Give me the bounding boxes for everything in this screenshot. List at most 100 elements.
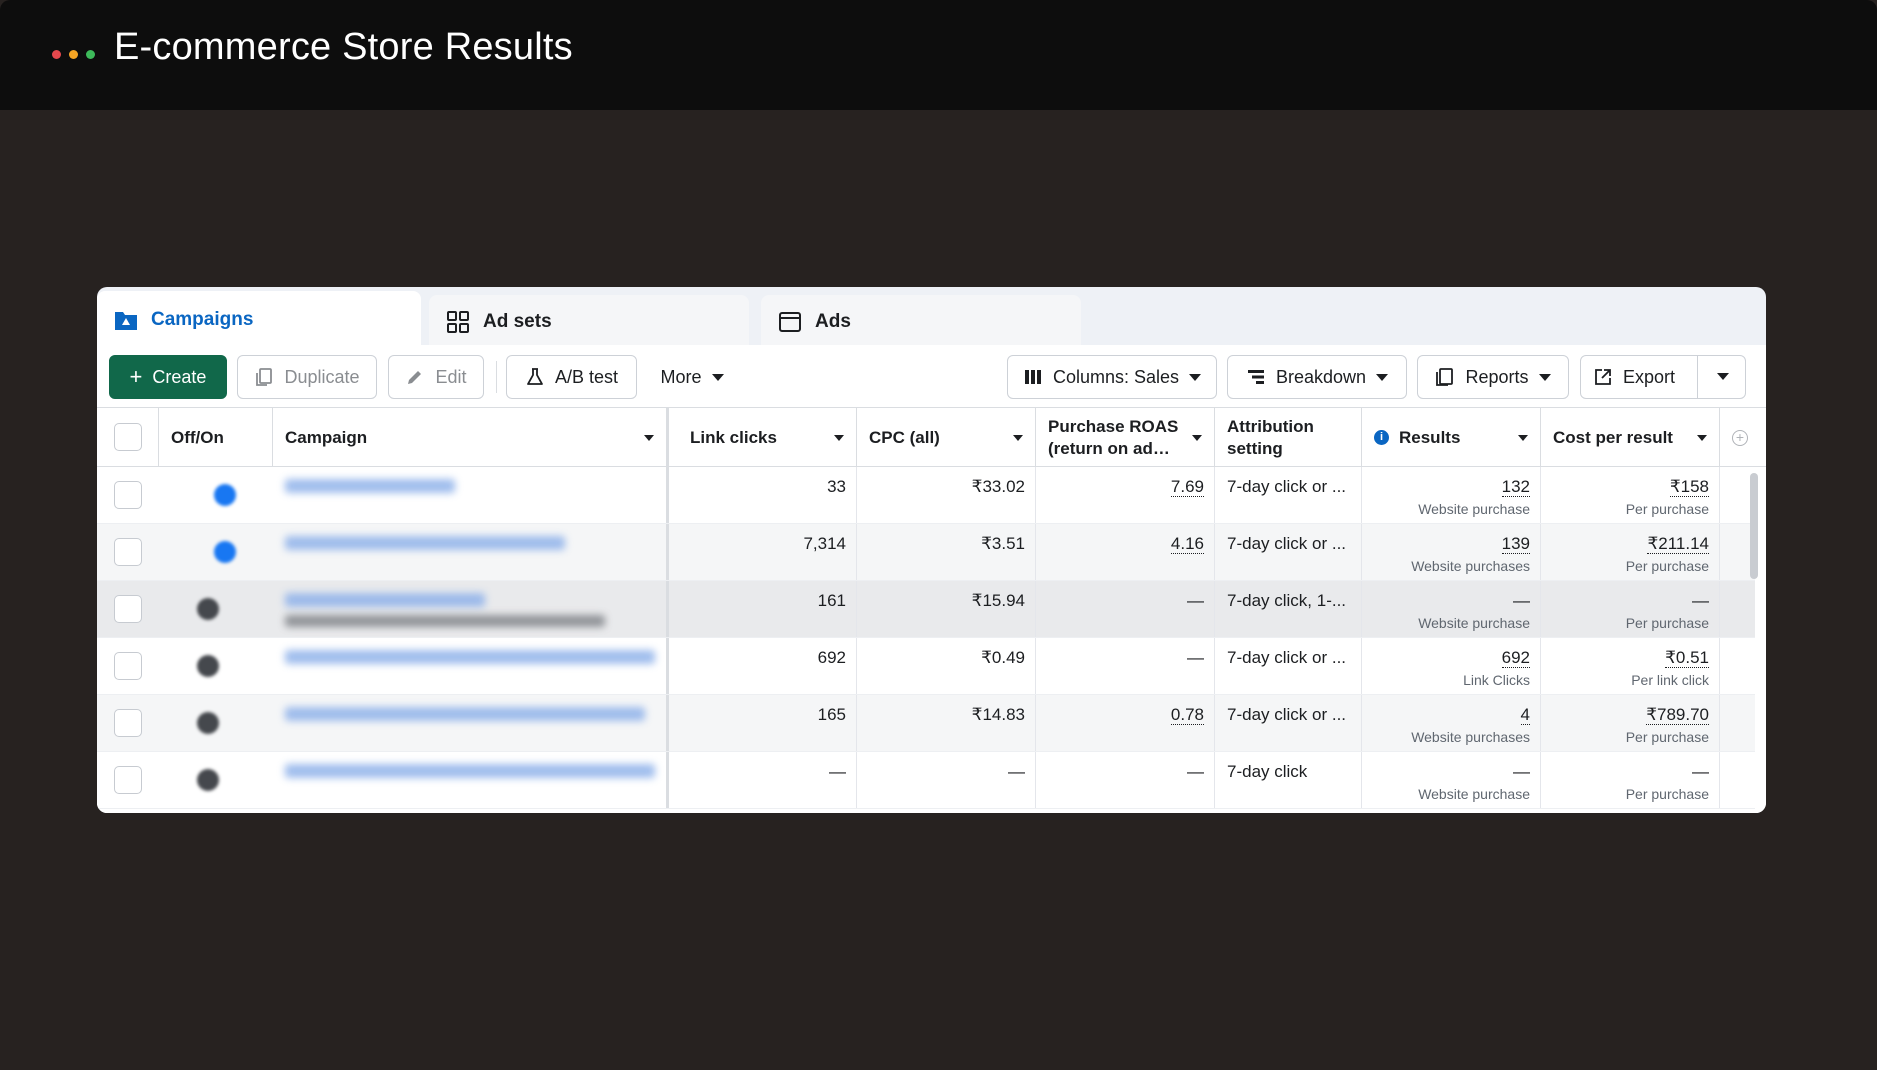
columns-button[interactable]: Columns: Sales	[1007, 355, 1217, 399]
create-button[interactable]: + Create	[109, 355, 227, 399]
row-checkbox[interactable]	[114, 595, 142, 623]
row-checkbox[interactable]	[114, 652, 142, 680]
table-row[interactable]: 161 ₹15.94 — 7-day click, 1-... — Website pur…	[97, 581, 1755, 638]
roas-value[interactable]: 0.78	[1170, 705, 1204, 725]
campaigns-table: Off/On Campaign Link clicks CPC (all) Pu…	[97, 407, 1766, 813]
more-label: More	[660, 366, 702, 387]
cell-results: 139 Website purchases	[1362, 524, 1541, 580]
roas-value[interactable]: 4.16	[1170, 534, 1204, 554]
row-checkbox[interactable]	[114, 766, 142, 794]
campaign-name-link[interactable]	[273, 524, 669, 580]
toggle-off-switch[interactable]	[197, 769, 219, 791]
row-checkbox[interactable]	[114, 538, 142, 566]
tab-ad-sets[interactable]: Ad sets	[429, 295, 749, 349]
cpc-value: ₹3.51	[981, 534, 1025, 553]
link-clicks-value: 692	[817, 648, 846, 667]
results-value[interactable]: 692	[1501, 648, 1530, 668]
row-checkbox[interactable]	[114, 709, 142, 737]
cell-cpc: ₹3.51	[857, 524, 1036, 580]
roas-value[interactable]: —	[1187, 648, 1204, 667]
attribution-value: 7-day click	[1227, 762, 1308, 781]
reports-icon	[1436, 368, 1454, 386]
header-results[interactable]: i Results	[1362, 408, 1541, 467]
toggle-on-switch[interactable]	[214, 484, 236, 506]
add-column-icon[interactable]: +	[1732, 430, 1748, 446]
cpc-value: ₹0.49	[981, 648, 1025, 667]
campaign-name-link[interactable]	[273, 695, 669, 751]
cpc-value: —	[1008, 762, 1025, 781]
toggle-off-switch[interactable]	[197, 655, 219, 677]
results-value[interactable]: 132	[1501, 477, 1530, 497]
vertical-scrollbar[interactable]	[1750, 473, 1758, 579]
tab-campaigns[interactable]: Campaigns	[97, 291, 421, 349]
toggle-off-switch[interactable]	[197, 712, 219, 734]
tab-ads[interactable]: Ads	[761, 295, 1081, 349]
results-value[interactable]: 4	[1520, 705, 1530, 725]
header-cpc[interactable]: CPC (all)	[857, 408, 1036, 467]
close-window-dot[interactable]	[52, 50, 61, 59]
reports-button[interactable]: Reports	[1417, 355, 1569, 399]
edit-button[interactable]: Edit	[388, 355, 484, 399]
sort-caret-icon	[1697, 435, 1707, 441]
roas-value[interactable]: —	[1187, 591, 1204, 610]
cost-value[interactable]: ₹0.51	[1665, 648, 1709, 668]
roas-value[interactable]: 7.69	[1170, 477, 1204, 497]
export-options-chevron-icon[interactable]	[1717, 373, 1729, 380]
table-row[interactable]: 165 ₹14.83 0.78 7-day click or ... 4 Website …	[97, 695, 1755, 752]
header-campaign[interactable]: Campaign	[273, 408, 669, 467]
cost-value[interactable]: ₹789.70	[1646, 705, 1709, 725]
toggle-off-switch[interactable]	[197, 598, 219, 620]
table-row[interactable]: — — — 7-day click — Website purchase — Per purc…	[97, 752, 1755, 809]
campaign-name-link[interactable]	[273, 752, 669, 808]
more-button[interactable]: More	[647, 355, 737, 399]
cost-value[interactable]: ₹211.14	[1647, 534, 1709, 554]
results-value[interactable]: —	[1513, 591, 1530, 610]
table-row[interactable]: 33 ₹33.02 7.69 7-day click or ... 132 Website…	[97, 467, 1755, 524]
breakdown-button[interactable]: Breakdown	[1227, 355, 1407, 399]
header-attribution-setting[interactable]: Attribution setting	[1215, 408, 1362, 467]
header-purchase-roas[interactable]: Purchase ROAS (return on ad…	[1036, 408, 1215, 467]
cost-value[interactable]: ₹158	[1669, 477, 1709, 497]
columns-label: Columns: Sales	[1052, 366, 1180, 387]
cost-value[interactable]: —	[1692, 762, 1709, 781]
cell-results: — Website purchase	[1362, 752, 1541, 808]
cost-sublabel: Per purchase	[1625, 786, 1709, 802]
tab-ads-label: Ads	[815, 311, 851, 332]
header-link-clicks[interactable]: Link clicks	[678, 408, 857, 467]
campaign-name-link[interactable]	[273, 638, 669, 694]
cell-link-clicks: 33	[678, 467, 857, 523]
window-controls	[52, 50, 95, 59]
cell-roas: 4.16	[1036, 524, 1215, 580]
cell-cpc: ₹15.94	[857, 581, 1036, 637]
cell-attribution: 7-day click	[1215, 752, 1362, 808]
ab-test-label: A/B test	[554, 366, 619, 387]
campaign-name-link[interactable]	[273, 467, 669, 523]
info-icon[interactable]: i	[1374, 430, 1389, 445]
toggle-on-switch[interactable]	[214, 541, 236, 563]
redacted-campaign-name	[285, 536, 565, 550]
ab-test-button[interactable]: A/B test	[506, 355, 637, 399]
select-all-checkbox[interactable]	[114, 423, 142, 451]
results-value[interactable]: —	[1513, 762, 1530, 781]
cpc-value: ₹33.02	[971, 477, 1025, 496]
duplicate-button[interactable]: Duplicate	[237, 355, 377, 399]
header-cost-per-result[interactable]: Cost per result	[1541, 408, 1720, 467]
redacted-campaign-name	[285, 707, 645, 721]
chevron-down-icon	[1538, 373, 1551, 381]
table-row[interactable]: 7,314 ₹3.51 4.16 7-day click or ... 139 Websi…	[97, 524, 1755, 581]
header-link-clicks-label: Link clicks	[690, 427, 777, 447]
export-button[interactable]: Export	[1580, 355, 1746, 399]
maximize-window-dot[interactable]	[86, 50, 95, 59]
duplicate-icon	[256, 368, 273, 386]
minimize-window-dot[interactable]	[69, 50, 78, 59]
campaign-name-link[interactable]	[273, 581, 669, 637]
row-checkbox[interactable]	[114, 481, 142, 509]
cell-cost: ₹789.70 Per purchase	[1541, 695, 1720, 751]
tab-campaigns-label: Campaigns	[151, 309, 254, 330]
header-off-on[interactable]: Off/On	[159, 408, 273, 467]
cost-value[interactable]: —	[1692, 591, 1709, 610]
table-row[interactable]: 692 ₹0.49 — 7-day click or ... 692 Link Click…	[97, 638, 1755, 695]
results-value[interactable]: 139	[1501, 534, 1530, 554]
roas-value[interactable]: —	[1187, 762, 1204, 781]
link-clicks-value: 7,314	[803, 534, 846, 553]
